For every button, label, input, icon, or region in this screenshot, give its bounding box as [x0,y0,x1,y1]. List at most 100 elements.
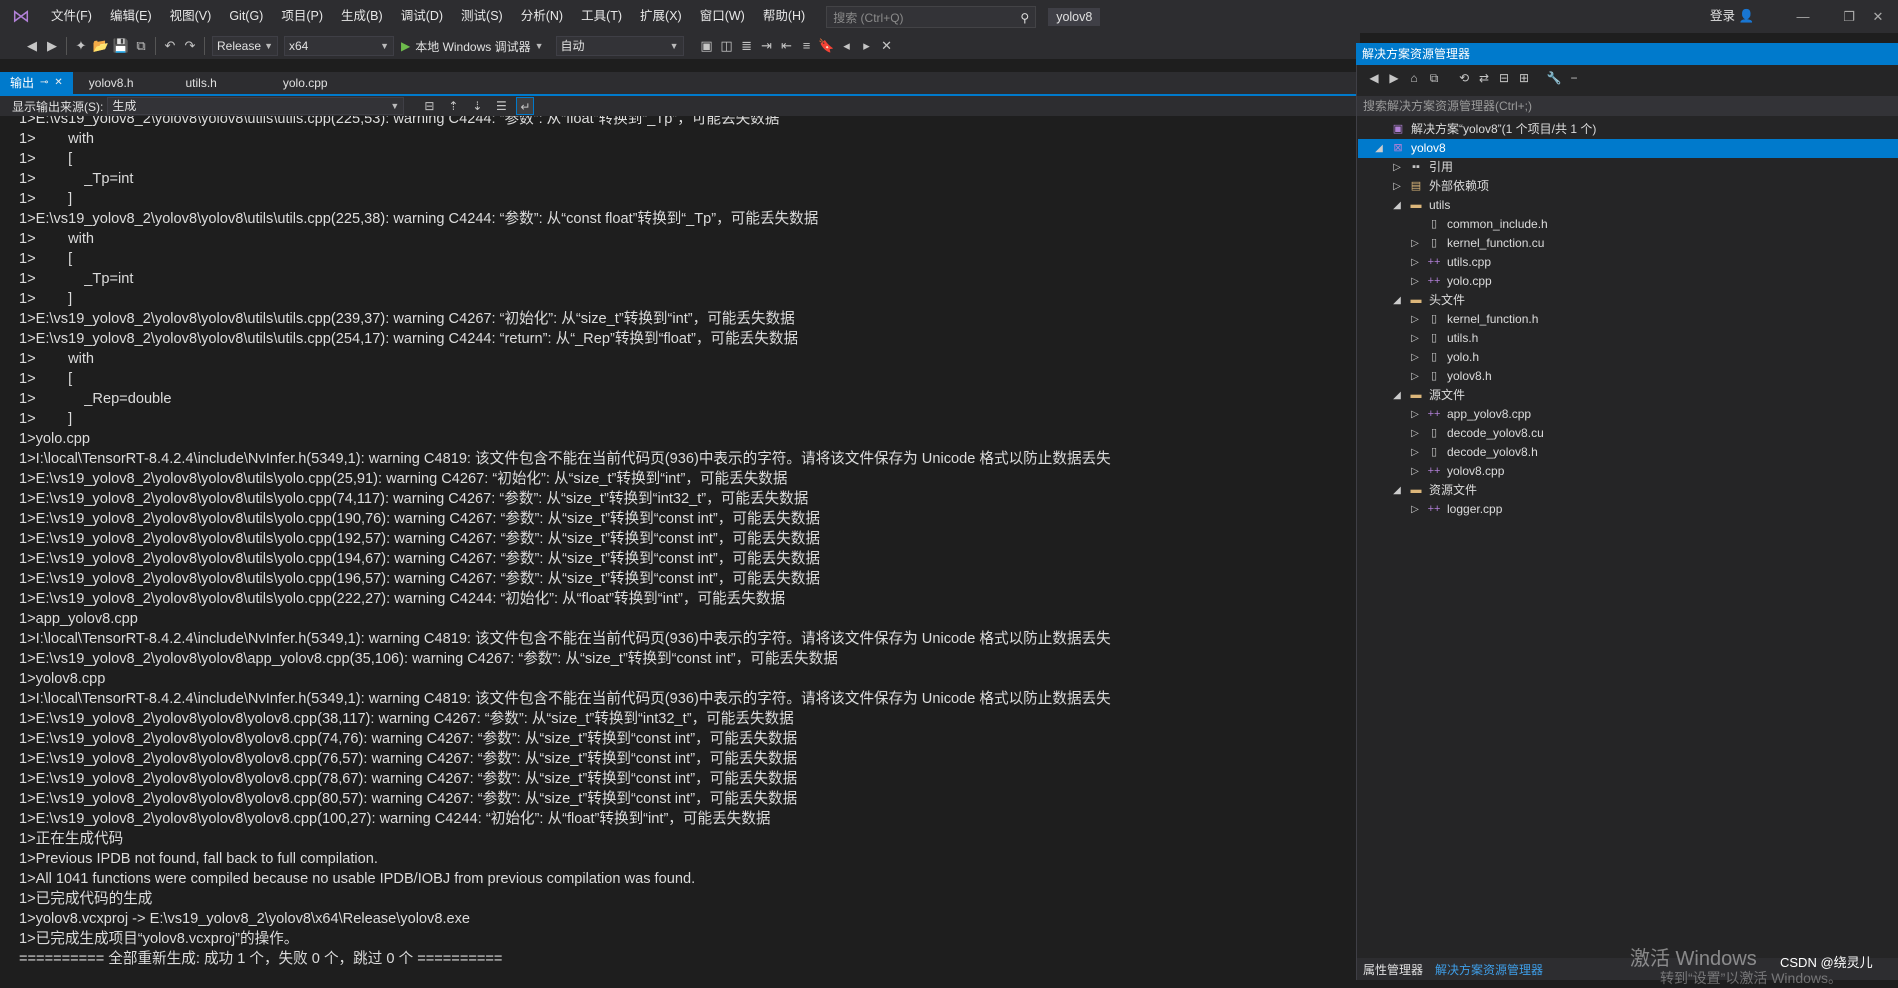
tree-item[interactable]: ▷ ▯ yolo.h [1408,348,1479,367]
tree-item[interactable]: ▷ ++ yolo.cpp [1408,272,1492,291]
tree-item[interactable]: ◢ ▬ 资源文件 [1390,481,1477,500]
collapsed-arrow-icon[interactable]: ▷ [1408,367,1422,386]
output-panel[interactable]: 1>E:\vs19_yolov8_2\yolov8\yolov8\utils\u… [0,116,1356,980]
tree-item[interactable]: ▷ ++ logger.cpp [1408,500,1502,519]
tree-item[interactable]: ▷ ++ yolov8.cpp [1408,462,1504,481]
menu-build[interactable]: 生成(B) [332,0,392,33]
comment-icon[interactable]: ≡ [797,36,817,56]
output-source-select[interactable]: 生成 ▼ [107,97,405,115]
history-icon[interactable]: ⟲ [1454,71,1474,85]
tab-utils-h[interactable]: utils.h [144,72,227,94]
menu-help[interactable]: 帮助(H) [754,0,814,33]
menu-tools[interactable]: 工具(T) [572,0,631,33]
preview-icon[interactable]: − [1564,71,1584,85]
next-message-icon[interactable]: ⇣ [468,97,486,115]
login-button[interactable]: 登录 👤 [1710,0,1754,33]
tree-item[interactable]: ▷ ▯ decode_yolov8.cu [1408,424,1544,443]
search-input[interactable]: 搜索 (Ctrl+Q) ⚲ [826,5,1037,28]
bookmark-prev-icon[interactable]: ◂ [837,36,857,56]
tree-item[interactable]: ▷ ++ utils.cpp [1408,253,1491,272]
forward-icon[interactable]: ▶ [1384,71,1404,85]
collapse-all-icon[interactable]: ⊟ [1494,71,1514,85]
tree-item[interactable]: ▷ ▪▪ 引用 [1390,158,1453,177]
collapsed-arrow-icon[interactable]: ▷ [1390,177,1404,196]
tree-item[interactable]: ▷ ▯ yolov8.h [1408,367,1492,386]
start-debugging-button[interactable]: ▶ 本地 Windows 调试器 ▼ [397,38,548,55]
collapsed-arrow-icon[interactable]: ▷ [1408,348,1422,367]
back-icon[interactable]: ◀ [22,36,42,56]
new-item-icon[interactable]: ✦ [71,36,91,56]
tree-item[interactable]: ▷ ▤ 外部依赖项 [1390,177,1489,196]
sync-icon[interactable]: ⇄ [1474,71,1494,85]
back-icon[interactable]: ◀ [1364,71,1384,85]
menu-git[interactable]: Git(G) [220,0,272,33]
tree-item[interactable]: ▷ ▯ decode_yolov8.h [1408,443,1538,462]
folder-icon[interactable]: ▣ [697,36,717,56]
close-icon[interactable]: ✕ [54,72,62,94]
menu-window[interactable]: 窗口(W) [691,0,754,33]
expanded-arrow-icon[interactable]: ◢ [1390,196,1404,215]
align-icon[interactable]: ≣ [737,36,757,56]
save-all-icon[interactable]: ⧉ [131,36,151,56]
bookmark-clear-icon[interactable]: ✕ [877,36,897,56]
home-icon[interactable]: ⌂ [1404,71,1424,85]
collapsed-arrow-icon[interactable]: ▷ [1408,405,1422,424]
tab-output[interactable]: 输出 ⊸ ✕ [0,72,73,94]
tree-item[interactable]: ▷ ▯ kernel_function.cu [1408,234,1544,253]
tree-item[interactable]: ◢ ▬ 源文件 [1390,386,1465,405]
menu-edit[interactable]: 编辑(E) [101,0,161,33]
menu-debug[interactable]: 调试(D) [392,0,452,33]
expanded-arrow-icon[interactable]: ◢ [1390,481,1404,500]
tab-solution-explorer[interactable]: 解决方案资源管理器 [1429,961,1549,978]
collapsed-arrow-icon[interactable]: ▷ [1408,424,1422,443]
collapsed-arrow-icon[interactable]: ▷ [1408,462,1422,481]
indent-icon[interactable]: ⇥ [757,36,777,56]
find-message-icon[interactable]: ⊟ [420,97,438,115]
prev-message-icon[interactable]: ⇡ [444,97,462,115]
collapsed-arrow-icon[interactable]: ▷ [1408,329,1422,348]
tab-property-manager[interactable]: 属性管理器 [1357,961,1429,978]
menu-analyze[interactable]: 分析(N) [512,0,572,33]
clear-all-icon[interactable]: ☰ [492,97,510,115]
forward-icon[interactable]: ▶ [42,36,62,56]
tree-item[interactable]: ▷ ▯ utils.h [1408,329,1478,348]
expanded-arrow-icon[interactable]: ◢ [1372,139,1386,158]
tree-item[interactable]: ▷ ▯ kernel_function.h [1408,310,1538,329]
auto-select[interactable]: 自动 ▼ [555,36,684,56]
camera-icon[interactable]: ◫ [717,36,737,56]
menu-test[interactable]: 测试(S) [452,0,512,33]
close-icon[interactable]: ✕ [1858,0,1898,33]
undo-icon[interactable]: ↶ [160,36,180,56]
collapsed-arrow-icon[interactable]: ▷ [1408,272,1422,291]
collapsed-arrow-icon[interactable]: ▷ [1408,443,1422,462]
tab-yolov8-h[interactable]: yolov8.h [73,72,144,94]
minimize-icon[interactable]: — [1780,0,1826,33]
redo-icon[interactable]: ↷ [180,36,200,56]
open-folder-icon[interactable]: 📂 [91,36,111,56]
save-icon[interactable]: 💾 [111,36,131,56]
bookmark-next-icon[interactable]: ▸ [857,36,877,56]
expanded-arrow-icon[interactable]: ◢ [1390,386,1404,405]
platform-select[interactable]: x64 ▼ [284,36,394,56]
switch-views-icon[interactable]: ⧉ [1424,71,1444,86]
tree-item[interactable]: ▯ common_include.h [1408,215,1548,234]
tree-item[interactable]: ▷ ++ app_yolov8.cpp [1408,405,1531,424]
word-wrap-icon[interactable]: ↵ [516,97,535,115]
tree-item[interactable]: ◢ ⊠ yolov8 [1358,139,1898,158]
menu-project[interactable]: 项目(P) [272,0,332,33]
pin-icon[interactable]: ⊸ [40,72,48,94]
tree-item[interactable]: ▣ 解决方案“yolov8”(1 个项目/共 1 个) [1372,120,1597,139]
menu-view[interactable]: 视图(V) [161,0,221,33]
menu-extensions[interactable]: 扩展(X) [631,0,691,33]
show-all-files-icon[interactable]: ⊞ [1514,71,1534,85]
properties-icon[interactable]: 🔧 [1544,71,1564,85]
collapsed-arrow-icon[interactable]: ▷ [1408,253,1422,272]
solution-explorer-search-input[interactable]: 搜索解决方案资源管理器(Ctrl+;) [1357,96,1898,116]
tree-item[interactable]: ◢ ▬ 头文件 [1390,291,1465,310]
collapsed-arrow-icon[interactable]: ▷ [1408,310,1422,329]
collapsed-arrow-icon[interactable]: ▷ [1408,234,1422,253]
outdent-icon[interactable]: ⇤ [777,36,797,56]
collapsed-arrow-icon[interactable]: ▷ [1390,158,1404,177]
expanded-arrow-icon[interactable]: ◢ [1390,291,1404,310]
configuration-select[interactable]: Release ▼ [212,36,278,56]
